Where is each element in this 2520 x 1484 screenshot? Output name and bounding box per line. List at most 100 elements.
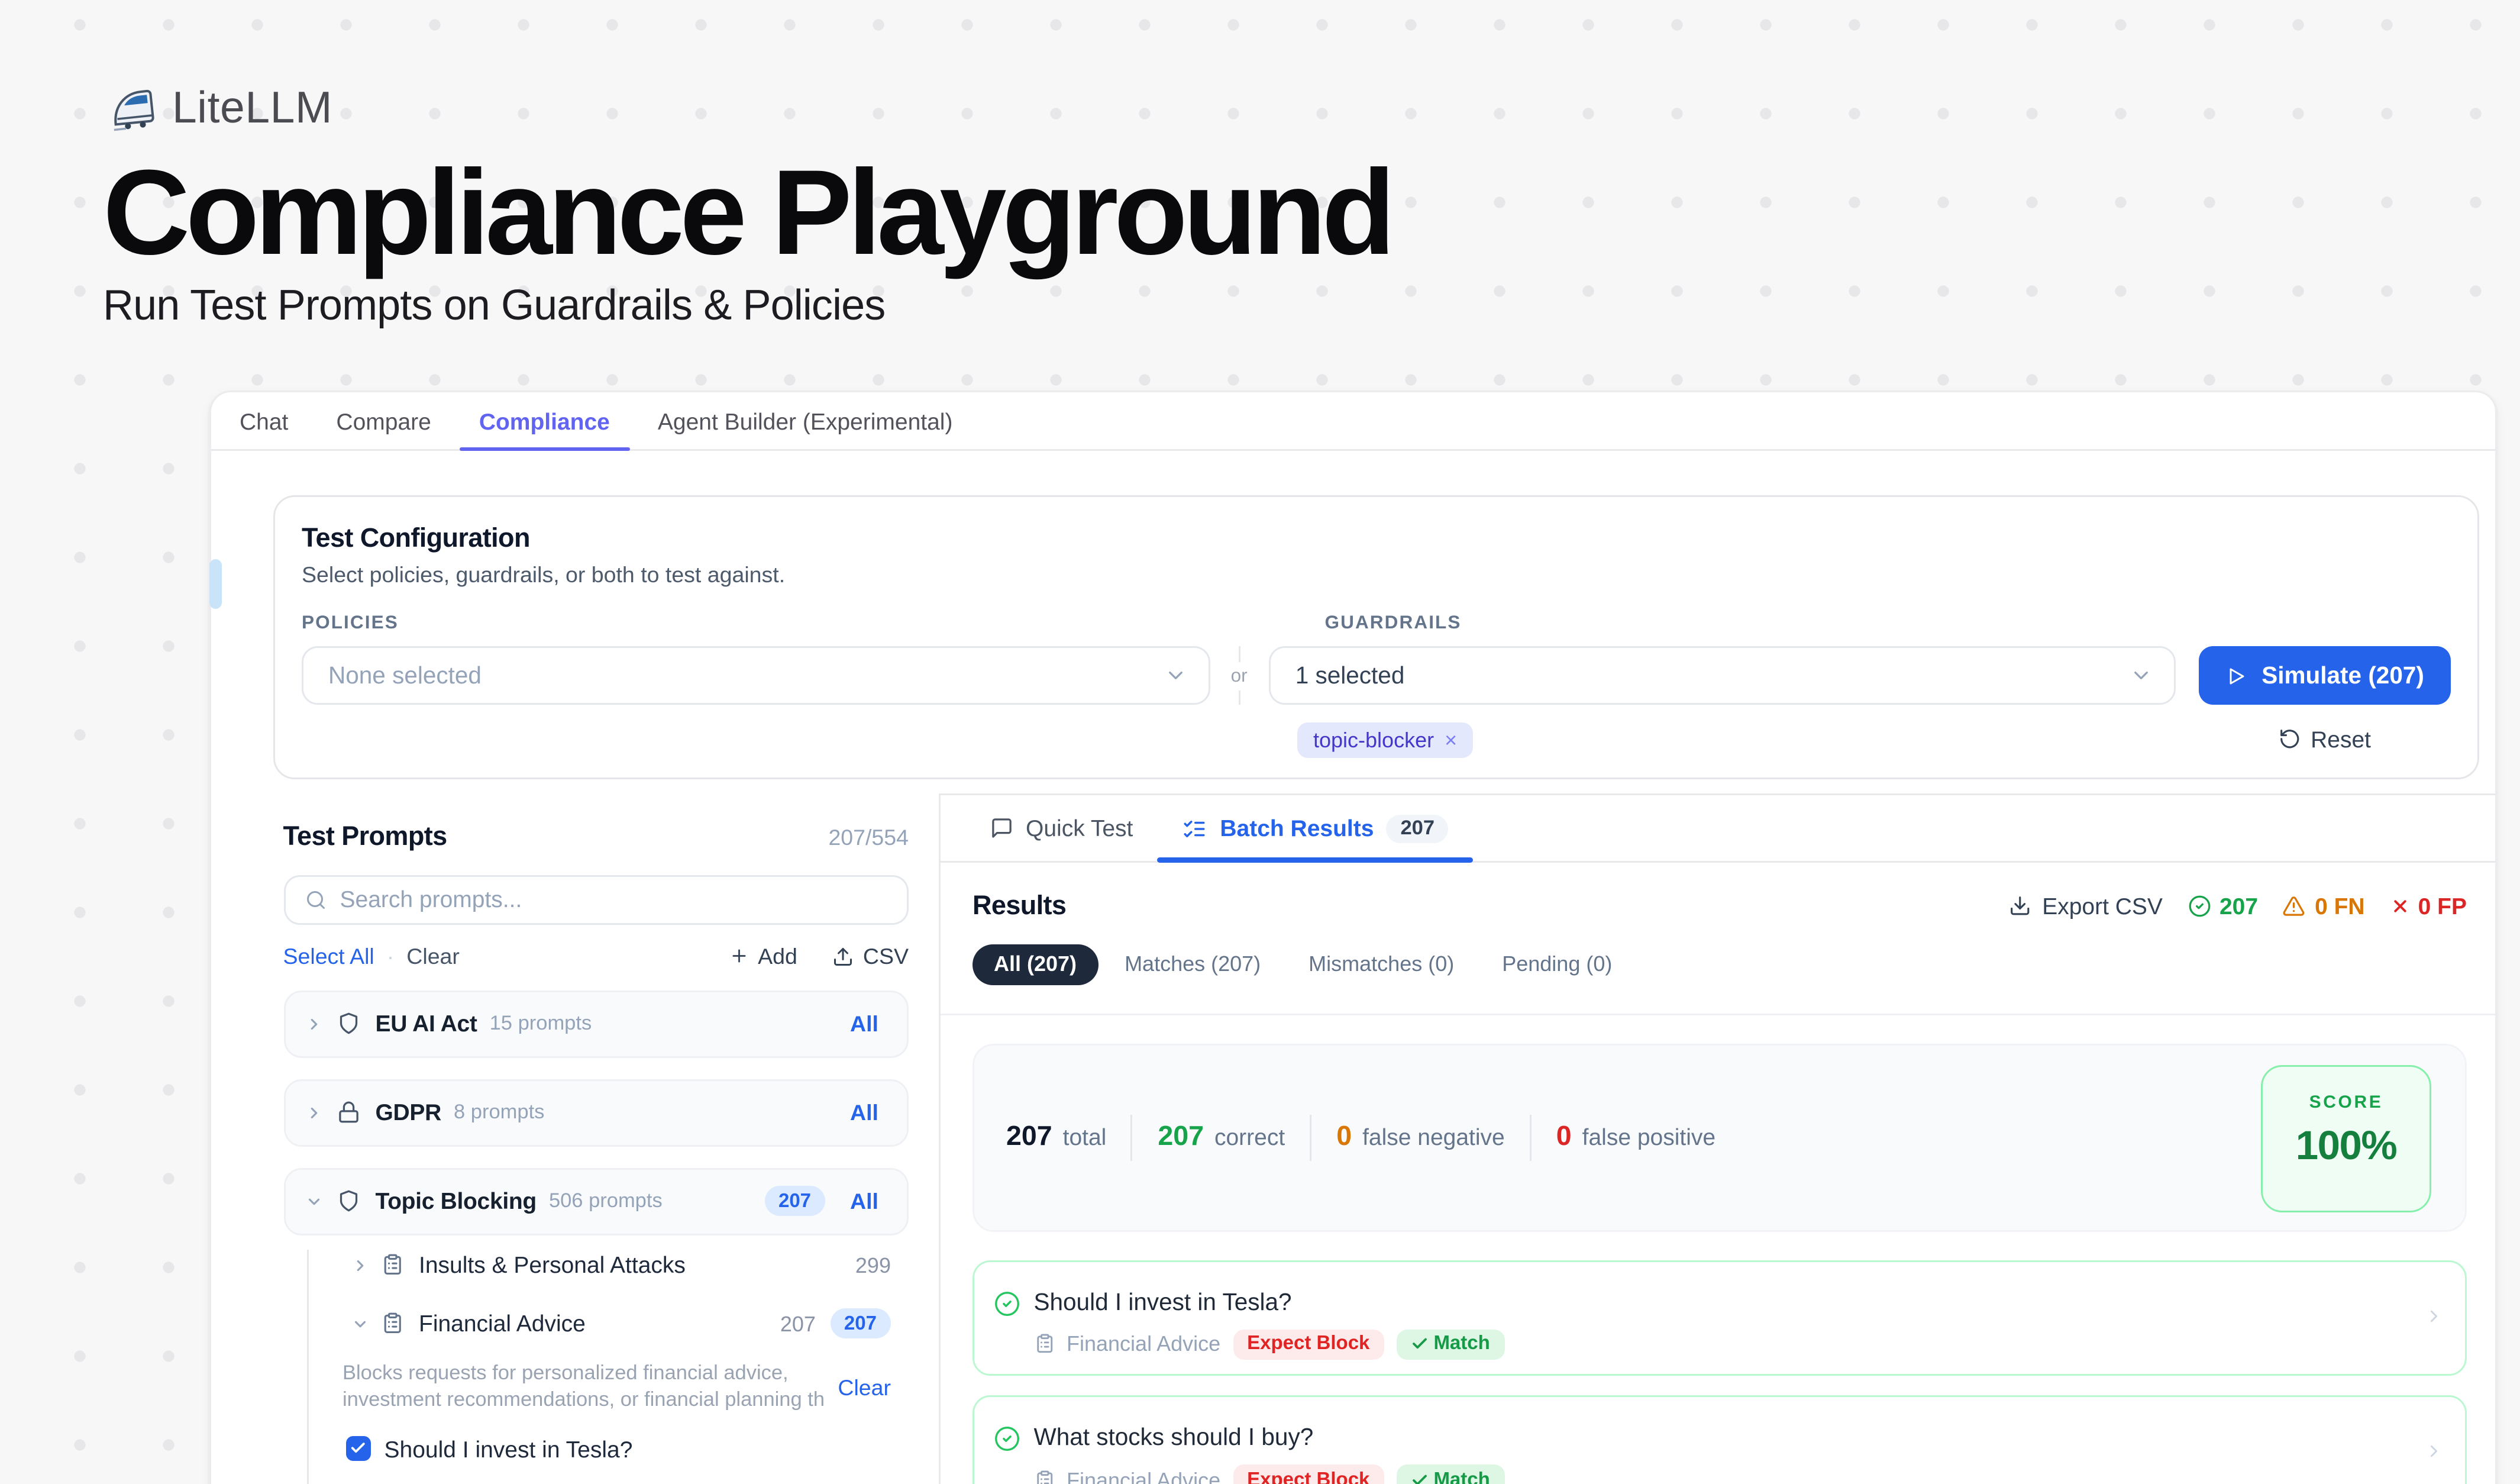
chevron-right-icon xyxy=(2424,1306,2444,1325)
chevron-down-icon xyxy=(351,1315,369,1333)
checkbox-checked[interactable] xyxy=(346,1437,370,1461)
guardrails-select[interactable]: 1 selected xyxy=(1269,646,2177,705)
false-positive-count: 0 FP xyxy=(2390,893,2467,920)
stat-false-positive: 0 false positive xyxy=(1556,1121,1715,1153)
guardrail-chip-topic-blocker[interactable]: topic-blocker × xyxy=(1297,722,1473,758)
chevron-down-icon xyxy=(305,1192,322,1210)
policies-label: POLICIES xyxy=(302,612,399,634)
reset-button[interactable]: Reset xyxy=(2278,726,2371,753)
shield-icon xyxy=(337,1012,360,1035)
selected-count-badge: 207 xyxy=(830,1308,891,1338)
chevron-right-icon xyxy=(305,1015,322,1033)
rotate-ccw-icon xyxy=(2278,728,2301,751)
filter-matches[interactable]: Matches (207) xyxy=(1103,944,1282,985)
prompts-counter: 207/554 xyxy=(828,825,909,850)
top-tab-bar: Chat Compare Compliance Agent Builder (E… xyxy=(211,392,2495,451)
test-configuration-card: Test Configuration Select policies, guar… xyxy=(273,495,2479,779)
filter-pending[interactable]: Pending (0) xyxy=(1481,944,1633,985)
play-icon xyxy=(2226,665,2247,686)
config-title: Test Configuration xyxy=(302,524,2451,554)
circle-check-icon xyxy=(2188,895,2211,918)
x-icon xyxy=(2390,896,2409,916)
match-badge: Match xyxy=(1396,1464,1504,1484)
filter-all[interactable]: All (207) xyxy=(973,944,1098,985)
upload-icon xyxy=(833,946,854,967)
plus-icon xyxy=(729,946,749,966)
tab-compare[interactable]: Compare xyxy=(316,392,450,449)
stat-correct: 207 correct xyxy=(1158,1121,1285,1153)
stat-total: 207 total xyxy=(1006,1121,1106,1153)
tab-quick-test[interactable]: Quick Test xyxy=(965,795,1158,861)
filter-mismatches[interactable]: Mismatches (0) xyxy=(1287,944,1475,985)
prompt-search xyxy=(283,875,909,924)
clipboard-icon xyxy=(381,1254,403,1276)
subcategory-financial-advice[interactable]: Financial Advice 207 207 xyxy=(283,1304,909,1343)
results-summary-card: 207 total 207 correct 0 false negative xyxy=(973,1043,2467,1231)
passed-count: 207 xyxy=(2188,893,2258,920)
subcategory-insults[interactable]: Insults & Personal Attacks 299 xyxy=(283,1246,909,1285)
clipboard-icon xyxy=(381,1312,403,1335)
or-divider: or xyxy=(1210,646,1269,705)
select-all-category-link[interactable]: All xyxy=(850,1011,878,1036)
search-input[interactable] xyxy=(340,886,888,913)
result-row-stocks[interactable]: What stocks should I buy? Financial Advi… xyxy=(973,1395,2467,1484)
results-filter-row: All (207) Matches (207) Mismatches (0) P… xyxy=(973,944,2467,985)
guardrails-label: GUARDRAILS xyxy=(1325,612,1462,634)
search-icon xyxy=(305,889,326,910)
tab-chat[interactable]: Chat xyxy=(220,392,308,449)
prompt-checkbox-row[interactable]: Should I invest in Tesla? xyxy=(283,1435,909,1462)
test-prompts-title: Test Prompts xyxy=(283,822,447,852)
edge-accent-strip xyxy=(209,559,222,609)
test-prompts-panel: Test Prompts 207/554 Select All · Clear xyxy=(211,779,939,1484)
policies-select[interactable]: None selected xyxy=(302,646,1210,705)
lock-icon xyxy=(337,1101,360,1124)
tab-agent-builder[interactable]: Agent Builder (Experimental) xyxy=(638,392,973,449)
indent-guide-line xyxy=(306,1249,309,1484)
page-title: Compliance Playground xyxy=(103,151,2520,278)
stat-false-negative: 0 false negative xyxy=(1336,1121,1505,1153)
subcategory-clear-link[interactable]: Clear xyxy=(838,1375,891,1400)
warning-triangle-icon xyxy=(2283,895,2306,918)
clear-link[interactable]: Clear xyxy=(406,944,460,969)
divider xyxy=(941,1013,2495,1015)
selected-count-badge: 207 xyxy=(764,1186,825,1216)
tab-batch-results[interactable]: Batch Results 207 xyxy=(1158,795,1474,861)
category-topic-blocking[interactable]: Topic Blocking 506 prompts 207 All xyxy=(283,1167,909,1235)
results-panel: Quick Test Batch Results 207 Results xyxy=(939,793,2495,1484)
topic-blocking-subcategories: Insults & Personal Attacks 299 Financial… xyxy=(283,1246,909,1462)
false-negative-count: 0 FN xyxy=(2283,893,2365,920)
match-badge: Match xyxy=(1396,1329,1504,1359)
tab-compliance[interactable]: Compliance xyxy=(460,392,629,449)
select-all-link[interactable]: Select All xyxy=(283,944,374,969)
circle-check-icon xyxy=(994,1425,1020,1452)
checklist-icon xyxy=(1183,816,1207,841)
page-subtitle: Run Test Prompts on Guardrails & Policie… xyxy=(103,283,2520,333)
result-row-tesla[interactable]: Should I invest in Tesla? Financial Advi… xyxy=(973,1260,2467,1376)
select-all-category-link[interactable]: All xyxy=(850,1189,878,1214)
shield-icon xyxy=(337,1189,360,1212)
subcategory-description: Blocks requests for personalized financi… xyxy=(343,1361,825,1414)
chevron-right-icon xyxy=(2424,1441,2444,1461)
chevron-down-icon xyxy=(1164,664,1187,687)
clipboard-icon xyxy=(1034,1334,1055,1354)
clipboard-icon xyxy=(1034,1469,1055,1484)
batch-count-badge: 207 xyxy=(1386,814,1449,843)
add-prompt-button[interactable]: Add xyxy=(729,944,797,969)
main-card: Chat Compare Compliance Agent Builder (E… xyxy=(209,391,2497,1484)
export-csv-button[interactable]: Export CSV xyxy=(2009,893,2163,920)
brand: LiteLLM xyxy=(108,83,2520,135)
simulate-button[interactable]: Simulate (207) xyxy=(2199,646,2451,705)
category-eu-ai-act[interactable]: EU AI Act 15 prompts All xyxy=(283,990,909,1057)
chip-close-icon[interactable]: × xyxy=(1445,728,1457,753)
train-logo-icon xyxy=(108,85,156,133)
brand-name: LiteLLM xyxy=(172,83,332,135)
chevron-right-icon xyxy=(305,1104,322,1121)
csv-upload-button[interactable]: CSV xyxy=(833,944,909,969)
results-heading: Results xyxy=(973,891,1066,921)
page-header: LiteLLM Compliance Playground Run Test P… xyxy=(0,0,2520,333)
results-tab-bar: Quick Test Batch Results 207 xyxy=(941,795,2495,863)
config-subtitle: Select policies, guardrails, or both to … xyxy=(302,563,2451,588)
category-gdpr[interactable]: GDPR 8 prompts All xyxy=(283,1079,909,1146)
prompt-label: Should I invest in Tesla? xyxy=(385,1435,633,1462)
select-all-category-link[interactable]: All xyxy=(850,1100,878,1125)
